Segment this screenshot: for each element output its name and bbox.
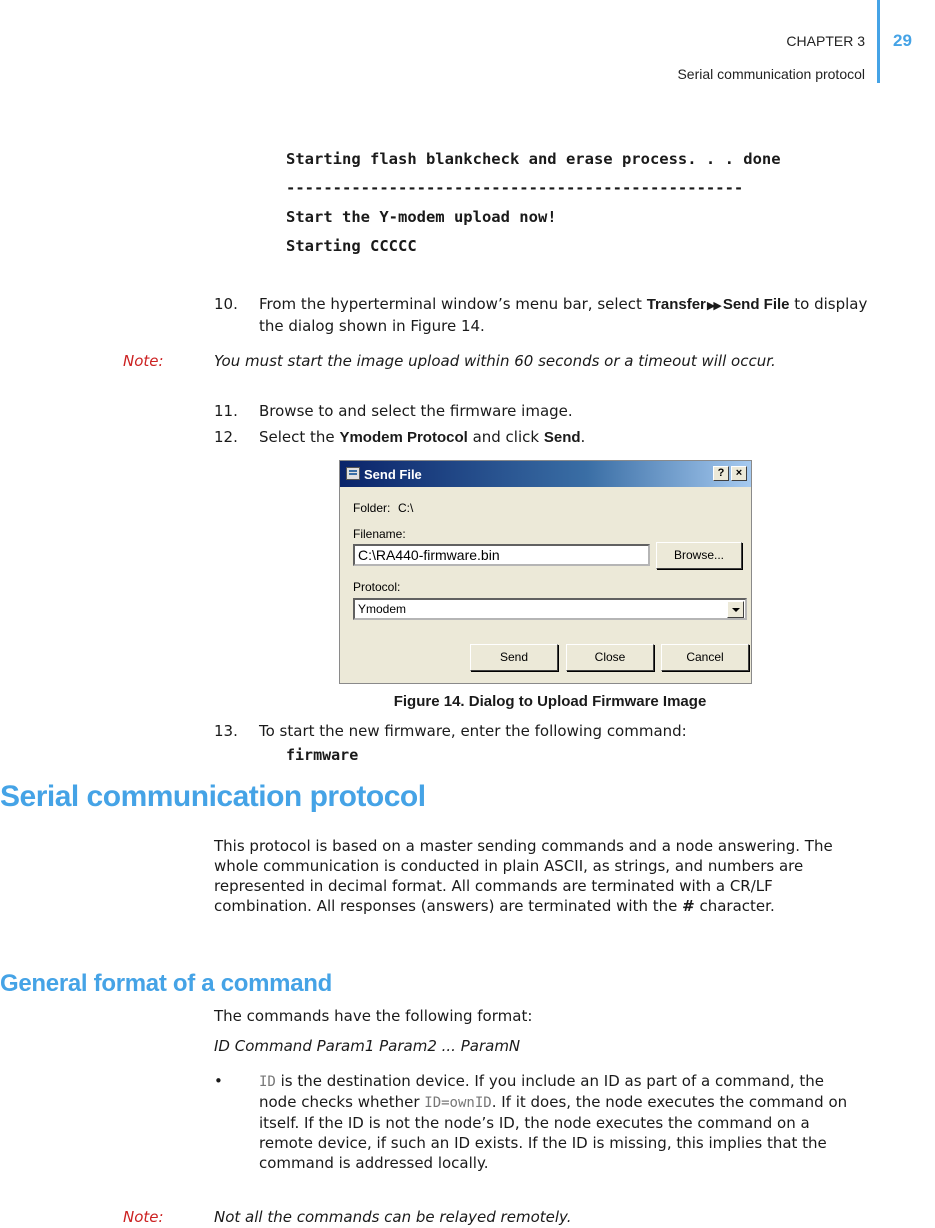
header-divider	[877, 0, 880, 83]
ui-ymodem-protocol: Ymodem Protocol	[339, 429, 468, 446]
close-icon[interactable]: ×	[731, 466, 747, 481]
step-text: Select the	[259, 428, 340, 446]
command-firmware: firmware	[286, 746, 359, 764]
filename-label: Filename:	[353, 527, 406, 541]
folder-value: C:\	[398, 501, 414, 515]
note-label: Note:	[123, 1208, 164, 1226]
help-button[interactable]: ?	[713, 466, 729, 481]
code-line: Starting flash blankcheck and erase proc…	[286, 150, 781, 168]
code-line: Start the Y-modem upload now!	[286, 208, 557, 226]
page-number: 29	[893, 31, 912, 50]
command-format: ID Command Param1 Param2 ... ParamN	[214, 1037, 521, 1055]
code-id: ID	[259, 1074, 276, 1090]
subsection-heading: General format of a command	[0, 970, 332, 997]
bullet-marker: •	[214, 1072, 223, 1090]
step-number: 10.	[214, 295, 238, 313]
send-file-icon	[346, 467, 360, 480]
menu-send-file: Send File	[722, 296, 790, 313]
code-line: ----------------------------------------…	[286, 179, 744, 197]
figure-caption: Figure 14. Dialog to Upload Firmware Ima…	[393, 693, 707, 710]
note-label: Note:	[123, 352, 164, 370]
header-chapter: CHAPTER 3	[786, 33, 865, 49]
chevron-down-icon[interactable]	[727, 601, 744, 618]
menu-transfer: Transfer	[646, 296, 706, 313]
code-id-ownid: ID=ownID	[424, 1095, 492, 1111]
browse-button[interactable]: Browse...	[656, 542, 742, 569]
bullet-item: ID is the destination device. If you inc…	[259, 1071, 849, 1173]
send-button[interactable]: Send	[470, 644, 558, 671]
folder-label: Folder:	[353, 501, 391, 515]
ui-send: Send	[543, 429, 581, 446]
step-11-text: Browse to and select the firmware image.	[259, 402, 573, 420]
cancel-button[interactable]: Cancel	[661, 644, 749, 671]
dialog-titlebar[interactable]: Send File ? ×	[340, 461, 751, 487]
note-text: You must start the image upload within 6…	[214, 352, 776, 370]
close-button[interactable]: Close	[566, 644, 654, 671]
header-section: Serial communication protocol	[677, 66, 865, 82]
step-number: 13.	[214, 722, 238, 740]
step-text: .	[580, 428, 586, 446]
step-12-text: Select the Ymodem Protocol and click Sen…	[259, 427, 879, 448]
hash-symbol: #	[682, 897, 695, 915]
step-text: and click	[467, 428, 544, 446]
code-line: Starting CCCCC	[286, 237, 417, 255]
section-heading: Serial communication protocol	[0, 780, 426, 813]
step-10-text: From the hyperterminal window’s menu bar…	[259, 294, 879, 336]
filename-input[interactable]: C:\RA440-firmware.bin	[353, 544, 650, 566]
dialog-title: Send File	[364, 467, 422, 482]
step-text: From the hyperterminal window’s menu bar…	[259, 295, 647, 313]
double-chevron-right-icon: ▶▶	[706, 299, 722, 312]
step-number: 11.	[214, 402, 238, 420]
paragraph-text: character.	[694, 897, 775, 915]
protocol-value: Ymodem	[358, 602, 407, 616]
step-number: 12.	[214, 428, 238, 446]
section-paragraph: This protocol is based on a master sendi…	[214, 836, 854, 916]
format-intro: The commands have the following format:	[214, 1007, 533, 1025]
send-file-dialog: Send File ? × Folder: C:\ Filename: C:\R…	[339, 460, 752, 684]
step-13-text: To start the new firmware, enter the fol…	[259, 722, 687, 740]
note-text: Not all the commands can be relayed remo…	[214, 1208, 572, 1226]
protocol-select[interactable]: Ymodem	[353, 598, 747, 620]
protocol-label: Protocol:	[353, 580, 401, 594]
